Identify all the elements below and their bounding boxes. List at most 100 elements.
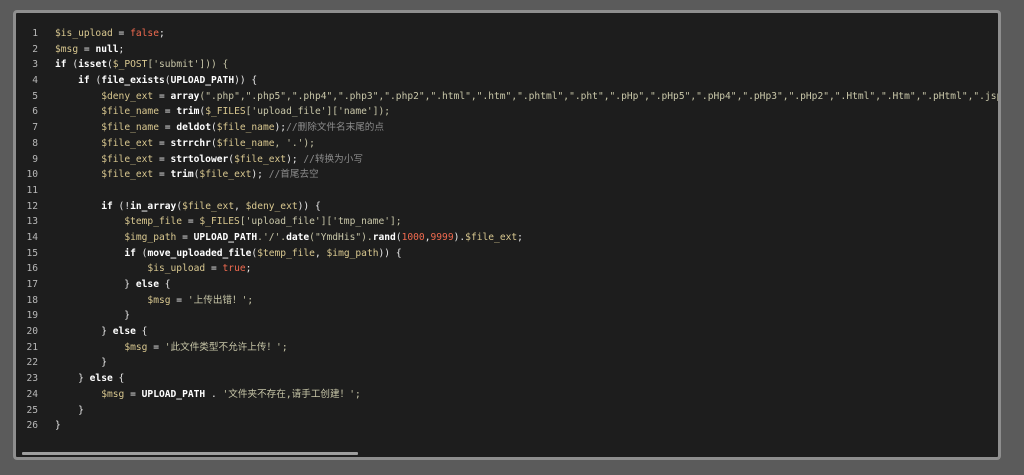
- code-token: move_uploaded_file: [147, 247, 252, 259]
- code-token: $msg: [124, 341, 148, 353]
- code-token: $file_ext: [101, 153, 154, 165]
- code-token: $msg: [101, 388, 125, 400]
- code-line: 25 }: [16, 403, 998, 419]
- code-line: 11: [16, 183, 998, 199]
- code-line: 13 $temp_file = $_FILES['upload_file']['…: [16, 214, 998, 230]
- code-line: 26}: [16, 418, 998, 434]
- code-token: }: [55, 420, 61, 432]
- code-token: if: [101, 200, 113, 212]
- code-text: $file_name = deldot($file_name);//删除文件名末…: [55, 120, 384, 136]
- line-number: 6: [32, 106, 38, 118]
- line-number: 20: [26, 326, 38, 338]
- code-text: }: [55, 403, 84, 419]
- code-token: $file_ext: [234, 153, 287, 165]
- code-token: if: [124, 247, 136, 259]
- code-token: ['upload_file']['tmp_name'];: [239, 216, 402, 228]
- code-token: $file_name: [216, 122, 275, 134]
- code-token: strrchr: [170, 137, 211, 149]
- horizontal-scrollbar[interactable]: [22, 452, 358, 455]
- code-token: ,: [234, 200, 246, 212]
- code-text: $file_ext = strtolower($file_ext); //转换为…: [55, 152, 363, 168]
- code-token: else: [89, 373, 113, 385]
- code-token: $file_ext: [199, 169, 252, 181]
- code-token: ("YmdHis").: [309, 231, 373, 243]
- code-token: array: [170, 90, 200, 102]
- code-token: );: [274, 122, 287, 134]
- code-text: if (file_exists(UPLOAD_PATH)) {: [55, 73, 257, 89]
- line-number: 4: [32, 75, 38, 87]
- code-line: 14 $img_path = UPLOAD_PATH.'/'.date("Ymd…: [16, 230, 998, 246]
- code-token: if: [55, 59, 67, 71]
- code-token: $msg: [55, 43, 79, 55]
- line-number: 25: [26, 404, 38, 416]
- code-text: $deny_ext = array(".php",".php5",".php4"…: [55, 89, 998, 105]
- code-token: UPLOAD_PATH: [170, 75, 235, 87]
- code-token: $_FILES: [199, 216, 240, 228]
- code-token: =: [158, 122, 177, 134]
- code-text: $file_ext = strrchr($file_name, '.');: [55, 136, 315, 152]
- code-token: =: [158, 106, 177, 118]
- line-number: 12: [26, 200, 38, 212]
- code-text: $file_ext = trim($file_ext); //首尾去空: [55, 167, 318, 183]
- code-text: $msg = '上传出错！';: [55, 293, 253, 309]
- line-number: 10: [26, 169, 38, 181]
- code-line: 6 $file_name = trim($_FILES['upload_file…: [16, 104, 998, 120]
- code-token: $file_ext: [465, 231, 518, 243]
- code-token: true: [222, 263, 246, 275]
- code-line: 7 $file_name = deldot($file_name);//删除文件…: [16, 120, 998, 136]
- code-text: } else {: [55, 277, 170, 293]
- code-token: , '.');: [274, 137, 315, 149]
- code-token: false: [130, 28, 159, 39]
- code-token: file_exists: [101, 75, 165, 87]
- code-token: )) {: [234, 75, 258, 87]
- code-token: )) {: [297, 200, 321, 212]
- code-token: $img_path: [326, 247, 379, 259]
- code-token: =: [182, 216, 200, 228]
- line-number: 9: [32, 153, 38, 165]
- code-token: $file_ext: [182, 200, 235, 212]
- code-token: $_FILES: [205, 106, 246, 118]
- line-number: 16: [26, 263, 38, 275]
- line-number: 11: [26, 184, 38, 196]
- code-text: $msg = '此文件类型不允许上传！';: [55, 340, 287, 356]
- code-token: $is_upload: [55, 28, 113, 39]
- code-token: }: [55, 404, 84, 416]
- code-token: $msg: [147, 294, 171, 306]
- code-token: ['submit'])) {: [147, 59, 229, 71]
- code-token: ,: [314, 247, 327, 259]
- code-token: =: [205, 263, 223, 275]
- code-token: UPLOAD_PATH: [141, 388, 206, 400]
- code-token: strtolower: [170, 153, 229, 165]
- code-area[interactable]: 1 $is_upload = false; 2 $msg = null; 3 if (is…: [16, 26, 998, 443]
- code-token: $file_name: [101, 122, 159, 134]
- code-token: rand: [372, 231, 396, 243]
- code-token: =: [153, 137, 171, 149]
- code-token: $file_name: [216, 137, 275, 149]
- line-number: 24: [26, 388, 38, 400]
- code-text: $msg = null;: [55, 42, 124, 58]
- code-token: ;: [158, 28, 165, 39]
- code-token: )) {: [378, 247, 402, 259]
- code-token: $_POST: [112, 59, 148, 71]
- code-token: }: [55, 310, 131, 322]
- code-token: ['upload_file']['name']);: [245, 106, 391, 118]
- code-token: }: [55, 326, 113, 338]
- code-text: }: [55, 308, 130, 324]
- code-line: 2 $msg = null;: [16, 42, 998, 58]
- code-line: 5 $deny_ext = array(".php",".php5",".php…: [16, 89, 998, 105]
- code-text: }: [55, 355, 107, 371]
- code-token: if: [78, 75, 90, 87]
- code-token: //转换为小写: [303, 153, 363, 165]
- code-token: }: [55, 279, 136, 290]
- code-token: deldot: [176, 122, 211, 134]
- code-token: else: [112, 326, 136, 338]
- code-token: {: [135, 326, 148, 338]
- code-token: $temp_file: [124, 216, 183, 228]
- code-token: in_array: [130, 200, 177, 212]
